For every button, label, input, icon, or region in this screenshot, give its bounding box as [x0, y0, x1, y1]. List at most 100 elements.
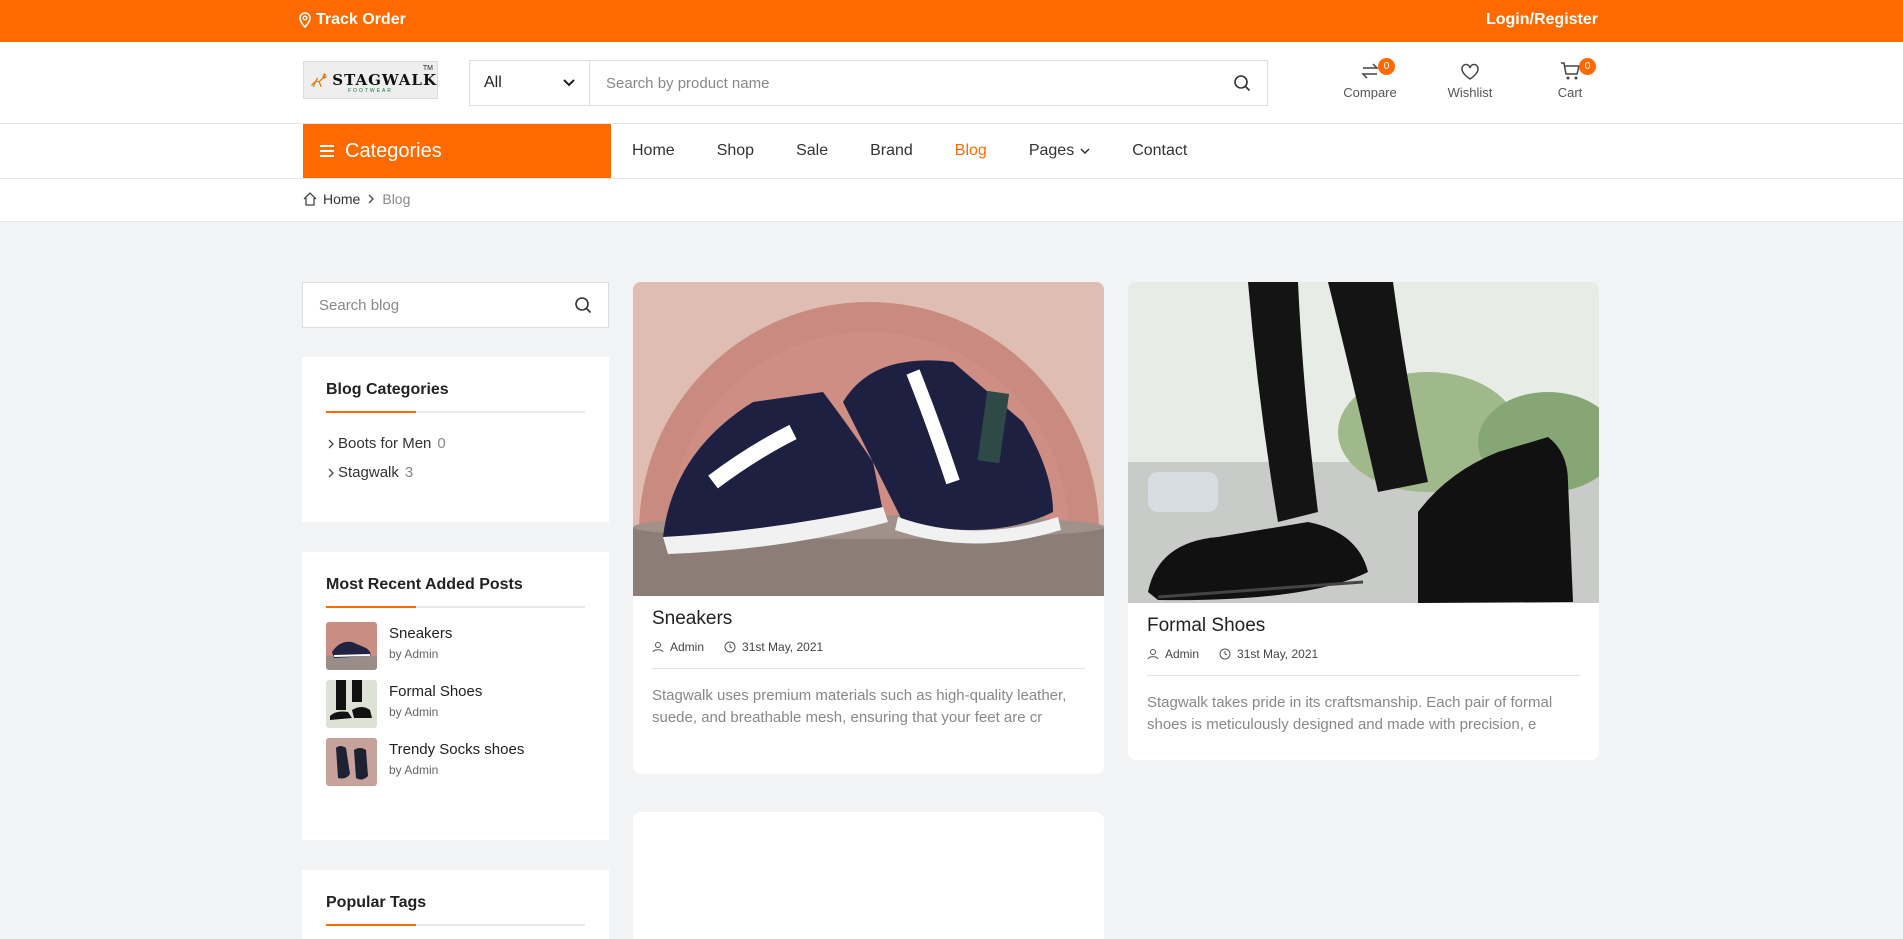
header-actions: Compare 0 Wishlist Cart 0: [1320, 58, 1620, 100]
track-order-label: Track Order: [316, 11, 406, 28]
chevron-right-icon: [328, 439, 334, 448]
logo-subtitle: FOOTWEAR: [348, 88, 393, 94]
recent-post-thumbnail: [326, 680, 377, 728]
recent-post-author: by Admin: [389, 705, 439, 719]
post-author: Admin: [1165, 647, 1200, 661]
recent-posts-widget: Most Recent Added Posts Sneakers by Admi…: [302, 552, 609, 840]
search-category-select[interactable]: All: [470, 61, 590, 105]
compare-button[interactable]: Compare 0: [1320, 58, 1420, 100]
recent-post-item[interactable]: Trendy Socks shoes by Admin: [326, 738, 585, 786]
post-author: Admin: [670, 640, 705, 654]
header: STAGWALK TM FOOTWEAR All Search by produ…: [0, 42, 1903, 124]
nav-item-pages-label: Pages: [1028, 142, 1075, 159]
wishlist-label: Wishlist: [1447, 85, 1493, 100]
popular-tags-widget: Popular Tags: [302, 870, 609, 939]
blog-category-item[interactable]: Boots for Men 0: [326, 435, 585, 452]
nav-item-contact[interactable]: Contact: [1111, 142, 1208, 160]
clock-icon: [1219, 648, 1231, 660]
chevron-right-icon: [368, 194, 375, 204]
stag-logo-icon: [311, 73, 327, 87]
nav-item-home[interactable]: Home: [611, 142, 696, 160]
search-category-value: All: [484, 74, 502, 91]
login-register-link[interactable]: Login/Register: [1486, 11, 1598, 29]
recent-post-author: by Admin: [389, 763, 439, 777]
location-pin-icon: [299, 12, 311, 28]
chevron-down-icon: [563, 79, 575, 87]
blog-category-name: Boots for Men: [338, 435, 432, 452]
blog-categories-title: Blog Categories: [326, 381, 585, 413]
socks-shoe-image: [336, 746, 368, 780]
categories-button[interactable]: Categories: [303, 124, 611, 178]
breadcrumb-current: Blog: [382, 191, 411, 207]
cart-count-badge: 0: [1579, 58, 1596, 75]
main-nav: Categories Home Shop Sale Brand Blog Pag…: [0, 124, 1903, 179]
heart-icon: [1461, 63, 1479, 80]
logo-trademark: TM: [422, 65, 433, 72]
blog-search-placeholder: Search blog: [319, 296, 400, 314]
blog-post-card[interactable]: Formal Shoes Admin 31st May, 2021 Stagwa…: [1128, 282, 1599, 760]
clock-icon: [724, 641, 736, 653]
sneaker-image: [326, 641, 377, 670]
product-search-bar: All Search by product name: [469, 60, 1268, 106]
post-date: 31st May, 2021: [1237, 647, 1319, 661]
search-button[interactable]: [1217, 61, 1267, 105]
recent-post-item[interactable]: Formal Shoes by Admin: [326, 680, 585, 728]
blog-category-count: 3: [404, 464, 414, 481]
blog-post-card[interactable]: Sneakers Admin 31st May, 2021 Stagwalk u…: [633, 282, 1104, 774]
recent-post-item[interactable]: Sneakers by Admin: [326, 622, 585, 670]
categories-label: Categories: [345, 139, 442, 162]
chevron-right-icon: [328, 468, 334, 477]
menu-lines-icon: [320, 145, 334, 157]
recent-post-title: Trendy Socks shoes: [389, 741, 525, 758]
cart-button[interactable]: Cart 0: [1520, 58, 1620, 100]
recent-post-author: by Admin: [389, 647, 439, 661]
post-image[interactable]: [1128, 282, 1599, 603]
formal-shoes-image: [1128, 282, 1599, 603]
cart-icon: [1561, 62, 1580, 80]
post-title[interactable]: Formal Shoes: [1147, 615, 1580, 637]
site-logo[interactable]: STAGWALK TM FOOTWEAR: [303, 61, 438, 99]
recent-posts-title: Most Recent Added Posts: [326, 576, 585, 608]
blog-category-count: 0: [437, 435, 446, 452]
blog-post-card[interactable]: [633, 812, 1104, 939]
recent-post-thumbnail: [326, 622, 377, 670]
search-input[interactable]: Search by product name: [590, 61, 1217, 105]
chevron-down-icon: [1080, 148, 1090, 154]
post-excerpt: Stagwalk uses premium materials such as …: [652, 687, 1067, 726]
popular-tags-title: Popular Tags: [326, 894, 585, 926]
post-date: 31st May, 2021: [742, 640, 824, 654]
blog-search-input[interactable]: Search blog: [302, 282, 609, 328]
user-icon: [652, 642, 664, 653]
blog-categories-widget: Blog Categories Boots for Men 0 Stagwalk…: [302, 357, 609, 522]
sneaker-image: [633, 282, 1104, 596]
blog-category-item[interactable]: Stagwalk 3: [326, 464, 585, 481]
cart-label: Cart: [1557, 85, 1583, 100]
home-icon: [303, 192, 317, 206]
nav-menu: Home Shop Sale Brand Blog Pages Contact: [611, 124, 1208, 178]
breadcrumb-home[interactable]: Home: [323, 191, 360, 207]
post-image[interactable]: [633, 282, 1104, 596]
recent-post-thumbnail: [326, 738, 377, 786]
track-order-link[interactable]: Track Order: [298, 11, 406, 29]
formal-shoe-image: [330, 680, 372, 720]
recent-post-title: Formal Shoes: [389, 683, 483, 700]
top-bar: Track Order Login/Register: [0, 0, 1903, 42]
logo-text: STAGWALK: [332, 70, 437, 89]
blog-category-name: Stagwalk: [338, 464, 399, 481]
compare-label: Compare: [1343, 85, 1397, 100]
search-icon: [1234, 75, 1251, 92]
post-excerpt: Stagwalk takes pride in its craftsmanshi…: [1147, 694, 1553, 733]
wishlist-button[interactable]: Wishlist: [1420, 60, 1520, 100]
post-meta: Admin 31st May, 2021: [1147, 647, 1580, 676]
nav-item-shop[interactable]: Shop: [696, 142, 775, 160]
post-meta: Admin 31st May, 2021: [652, 640, 1085, 669]
search-icon[interactable]: [574, 296, 592, 314]
breadcrumb: Home Blog: [0, 179, 1903, 222]
compare-count-badge: 0: [1378, 58, 1395, 75]
nav-item-blog[interactable]: Blog: [934, 142, 1008, 160]
nav-item-pages[interactable]: Pages: [1008, 142, 1111, 160]
nav-item-sale[interactable]: Sale: [775, 142, 849, 160]
post-title[interactable]: Sneakers: [652, 608, 1085, 630]
user-icon: [1147, 649, 1159, 660]
nav-item-brand[interactable]: Brand: [849, 142, 934, 160]
